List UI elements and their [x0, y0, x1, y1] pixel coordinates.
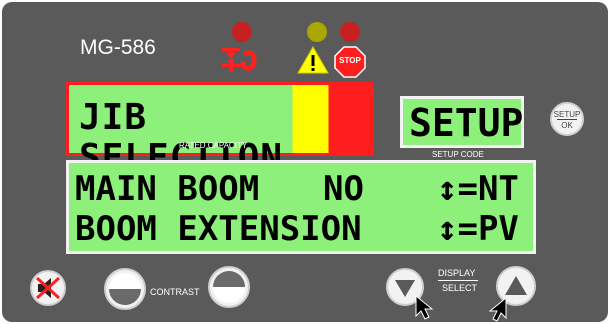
lamp-crane [232, 22, 252, 42]
setup-ok-bottom: OK [561, 121, 573, 130]
control-panel: MG-586 STOP JIB SELECTION RATED CAPACITY… [2, 2, 608, 322]
lower-line1-left: MAIN BOOM [75, 169, 260, 209]
setup-ok-top: SETUP [553, 110, 581, 119]
display-select-divider [438, 280, 478, 281]
contrast-half-icon [213, 271, 245, 303]
lower-display: MAIN BOOM NO ↕=NT BOOM EXTENSION ↕=PV [66, 160, 536, 254]
crane-hook-icon [222, 48, 257, 72]
lower-line2-right: ↕=PV [437, 209, 519, 249]
setup-display: SETUP [400, 96, 524, 148]
select-label: SELECT [442, 283, 478, 293]
display-label: DISPLAY [438, 268, 476, 278]
mute-button[interactable] [30, 270, 66, 306]
rated-capacity-caption: RATED CAPACITY [179, 141, 248, 150]
contrast-half-icon [109, 273, 141, 305]
lower-line1-mid: NO [323, 169, 364, 209]
main-display: JIB SELECTION RATED CAPACITY [66, 82, 374, 178]
setup-display-text: SETUP [409, 101, 524, 145]
model-label: MG-586 [80, 36, 156, 59]
contrast-label: CONTRAST [150, 287, 200, 297]
cursor-arrow-icon [488, 296, 507, 322]
lower-line1-right: ↕=NT [437, 169, 519, 209]
stop-text: STOP [339, 56, 361, 65]
lamp-warning [307, 22, 327, 42]
setup-ok-button[interactable]: SETUP OK [550, 102, 584, 136]
setup-code-caption: SETUP CODE [432, 150, 484, 159]
warning-triangle-icon [297, 45, 329, 74]
lower-line2-left: BOOM EXTENSION [75, 209, 362, 249]
contrast-up-button[interactable] [208, 266, 250, 308]
cursor-arrow-icon [415, 294, 434, 320]
contrast-down-button[interactable] [104, 268, 146, 310]
lamp-stop [340, 22, 360, 42]
speaker-muted-icon [35, 276, 61, 300]
